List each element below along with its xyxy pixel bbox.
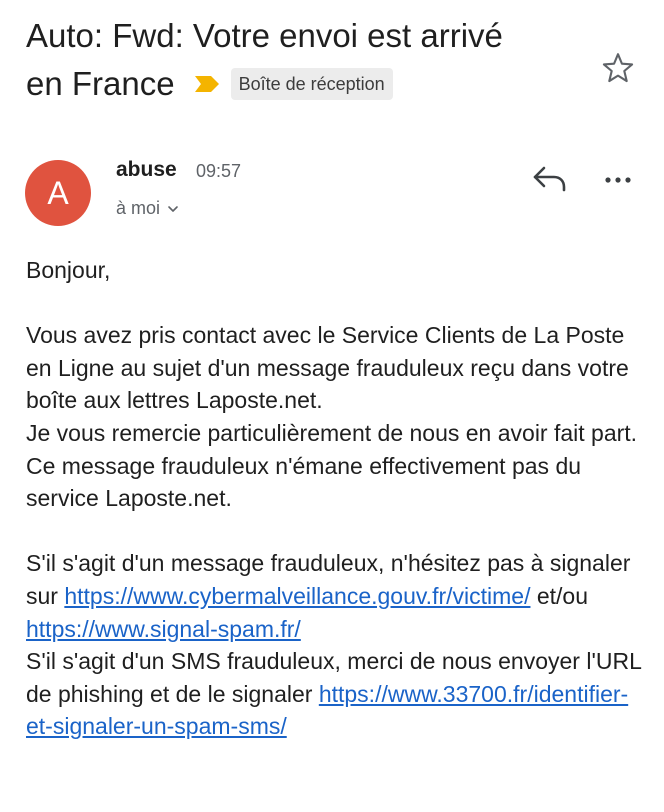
link-separator: et/ou [536,582,589,609]
link-cybermalveillance[interactable]: https://www.cybermalveillance.gouv.fr/vi… [64,583,530,609]
recipient-toggle[interactable]: à moi [116,198,180,219]
sender-name[interactable]: abuse [116,158,177,182]
paragraph-sms: S'il s'agit d'un SMS frauduleux, merci d… [26,645,646,743]
more-horizontal-icon[interactable] [600,168,636,192]
subject-line-2: en France [26,65,175,102]
paragraph-report: S'il s'agit d'un message frauduleux, n'h… [26,547,646,645]
link-signal-spam[interactable]: https://www.signal-spam.fr/ [26,616,301,642]
paragraph-thanks: Je vous remercie particulièrement de nou… [26,419,638,512]
sent-time: 09:57 [196,161,242,181]
star-outline-icon[interactable] [600,50,636,86]
avatar[interactable]: A [25,160,91,226]
chevron-down-icon [168,205,178,212]
subject-line-1: Auto: Fwd: Votre envoi est arrivé [26,17,503,54]
greeting: Bonjour, [26,257,111,283]
email-header: Auto: Fwd: Votre envoi est arrivé en Fra… [26,12,586,108]
paragraph-contact: Vous avez pris contact avec le Service C… [26,322,629,414]
inbox-label-chip[interactable]: Boîte de réception [230,68,393,100]
reply-icon[interactable] [530,162,570,196]
subject-line-2-row: en France Boîte de réception [26,60,393,108]
recipient-label: à moi [116,198,161,218]
email-subject: Auto: Fwd: Votre envoi est arrivé en Fra… [26,12,586,108]
important-marker-icon[interactable] [193,74,221,94]
email-body: Bonjour, Vous avez pris contact avec le … [26,254,646,743]
